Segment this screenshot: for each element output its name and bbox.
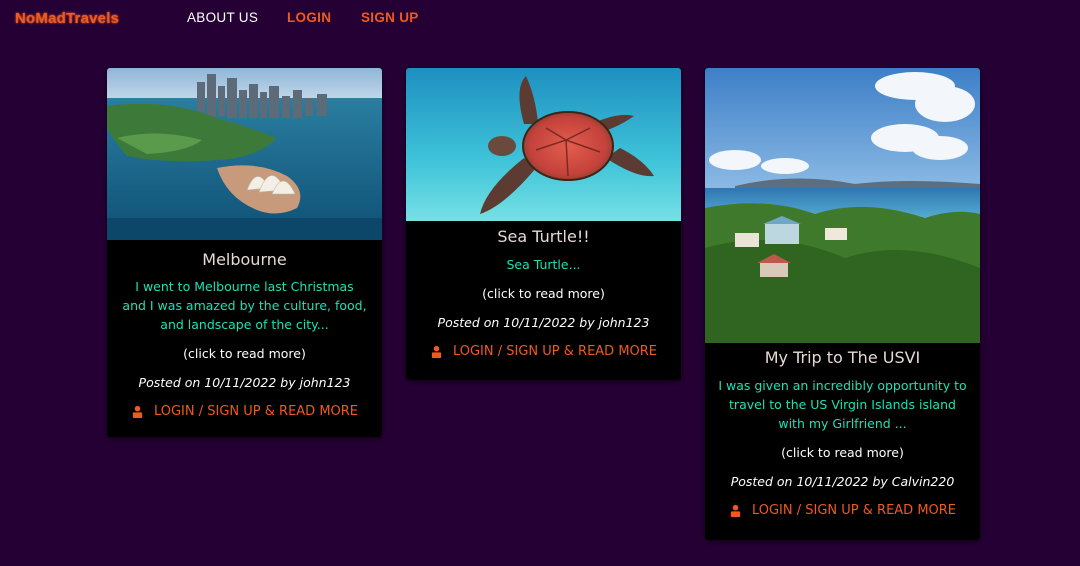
post-excerpt: I was given an incredibly opportunity to… xyxy=(718,378,967,431)
login-signup-read-more-link[interactable]: LOGIN / SIGN UP & READ MORE xyxy=(131,404,358,419)
post-image-island[interactable] xyxy=(705,68,980,343)
post-image-harbour[interactable] xyxy=(107,68,382,240)
cta-label: LOGIN / SIGN UP & READ MORE xyxy=(452,344,658,359)
user-lock-icon xyxy=(431,345,442,358)
post-meta: Posted on 10/11/2022 by Calvin220 xyxy=(730,474,955,489)
login-signup-read-more-link[interactable]: LOGIN / SIGN UP & READ MORE xyxy=(729,503,956,518)
top-nav: NoMadTravels ABOUT US LOGIN SIGN UP xyxy=(0,0,1080,40)
post-excerpt: Sea Turtle... xyxy=(506,257,581,272)
cta-label: LOGIN / SIGN UP & READ MORE xyxy=(751,503,957,518)
nav-login-link[interactable]: LOGIN xyxy=(287,10,331,25)
post-title[interactable]: Melbourne xyxy=(107,250,382,269)
user-lock-icon xyxy=(730,504,741,517)
read-more-hint[interactable]: (click to read more) xyxy=(107,346,382,361)
post-card[interactable]: Sea Turtle!! Sea Turtle... (click to rea… xyxy=(406,68,681,380)
post-title[interactable]: My Trip to The USVI xyxy=(705,348,980,367)
post-excerpt: I went to Melbourne last Christmas and I… xyxy=(122,279,367,332)
post-meta: Posted on 10/11/2022 by john123 xyxy=(138,375,351,390)
login-signup-read-more-link[interactable]: LOGIN / SIGN UP & READ MORE xyxy=(430,344,657,359)
user-lock-icon xyxy=(132,405,143,418)
cta-label: LOGIN / SIGN UP & READ MORE xyxy=(153,404,359,419)
read-more-hint[interactable]: (click to read more) xyxy=(406,286,681,301)
brand-logo[interactable]: NoMadTravels xyxy=(15,10,119,27)
post-card[interactable]: My Trip to The USVI I was given an incre… xyxy=(705,68,980,540)
read-more-hint[interactable]: (click to read more) xyxy=(705,445,980,460)
post-title[interactable]: Sea Turtle!! xyxy=(406,227,681,246)
post-image-turtle[interactable] xyxy=(406,68,681,221)
post-card[interactable]: Melbourne I went to Melbourne last Chris… xyxy=(107,68,382,437)
post-meta: Posted on 10/11/2022 by john123 xyxy=(437,315,650,330)
nav-signup-link[interactable]: SIGN UP xyxy=(361,10,419,25)
nav-about-link[interactable]: ABOUT US xyxy=(187,10,258,25)
